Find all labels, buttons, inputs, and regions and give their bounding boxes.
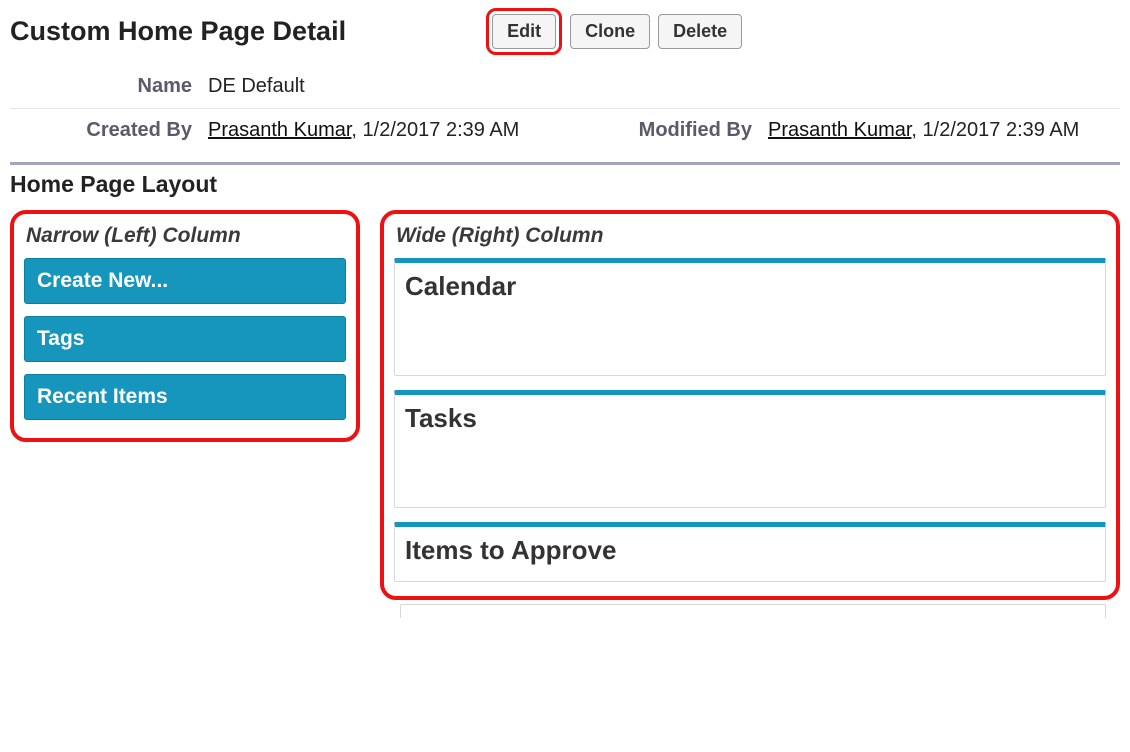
header: Custom Home Page Detail Edit Clone Delet… <box>10 8 1120 55</box>
ghost-next-item <box>400 604 1106 618</box>
wide-column: Wide (Right) Column Calendar Tasks Items… <box>380 210 1120 600</box>
narrow-item-recent-items[interactable]: Recent Items <box>24 374 346 420</box>
narrow-item-tags[interactable]: Tags <box>24 316 346 362</box>
layout-section-title: Home Page Layout <box>10 171 1120 198</box>
wide-item-items-to-approve[interactable]: Items to Approve <box>394 522 1106 582</box>
created-by-value: Prasanth Kumar, 1/2/2017 2:39 AM <box>200 109 570 153</box>
modified-by-date: , 1/2/2017 2:39 AM <box>911 119 1079 141</box>
wide-item-title: Tasks <box>405 403 1095 434</box>
modified-by-value: Prasanth Kumar, 1/2/2017 2:39 AM <box>760 109 1120 153</box>
edit-highlight: Edit <box>486 8 562 55</box>
modified-by-user-link[interactable]: Prasanth Kumar <box>768 119 911 141</box>
created-by-label: Created By <box>10 109 200 153</box>
narrow-item-create-new[interactable]: Create New... <box>24 258 346 304</box>
detail-table: Name DE Default Created By Prasanth Kuma… <box>10 65 1120 152</box>
modified-by-label: Modified By <box>570 109 760 153</box>
page-title: Custom Home Page Detail <box>10 16 346 47</box>
delete-button[interactable]: Delete <box>658 14 742 49</box>
layout-columns: Narrow (Left) Column Create New... Tags … <box>10 210 1120 600</box>
name-label: Name <box>10 65 200 109</box>
created-by-date: , 1/2/2017 2:39 AM <box>351 119 519 141</box>
created-by-user-link[interactable]: Prasanth Kumar <box>208 119 351 141</box>
wide-item-calendar[interactable]: Calendar <box>394 258 1106 376</box>
clone-button[interactable]: Clone <box>570 14 650 49</box>
wide-item-title: Calendar <box>405 271 1095 302</box>
narrow-column: Narrow (Left) Column Create New... Tags … <box>10 210 360 442</box>
wide-column-title: Wide (Right) Column <box>396 224 1106 248</box>
edit-button[interactable]: Edit <box>492 14 556 49</box>
wide-item-tasks[interactable]: Tasks <box>394 390 1106 508</box>
wide-item-title: Items to Approve <box>405 535 1095 566</box>
name-value: DE Default <box>200 65 1120 109</box>
section-divider <box>10 162 1120 165</box>
narrow-column-title: Narrow (Left) Column <box>26 224 346 248</box>
